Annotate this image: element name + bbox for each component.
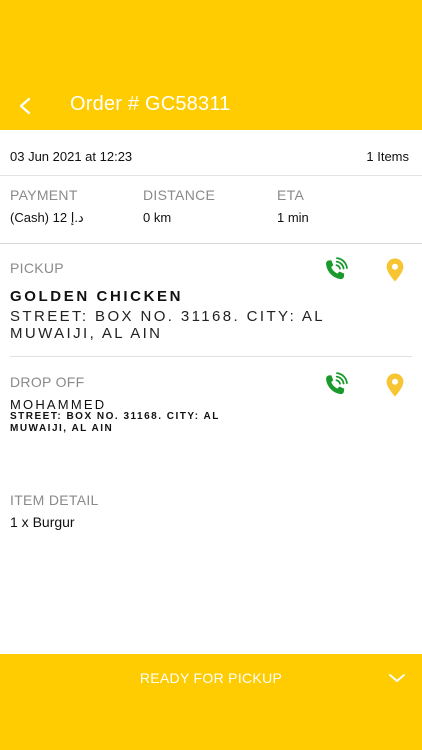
back-button[interactable] <box>14 94 36 118</box>
ready-for-pickup-button[interactable]: READY FOR PICKUP <box>0 654 422 750</box>
phone-call-icon <box>326 372 348 395</box>
payment-stat: PAYMENT (Cash) 12 د.إ <box>10 187 84 226</box>
dropoff-call-button[interactable] <box>321 371 349 399</box>
app-header: Order # GC58311 <box>0 0 422 130</box>
eta-label: ETA <box>277 187 305 203</box>
dropoff-location-button[interactable] <box>381 371 409 399</box>
pickup-location-button[interactable] <box>381 256 409 284</box>
back-arrow-icon <box>19 97 31 115</box>
section-divider <box>10 356 412 357</box>
distance-label: DISTANCE <box>143 187 216 203</box>
payment-value: (Cash) 12 د.إ <box>10 210 84 225</box>
eta-value: 1 min <box>277 210 309 225</box>
pickup-name: GOLDEN CHICKEN <box>10 288 184 305</box>
order-date: 03 Jun 2021 at 12:23 <box>10 149 133 164</box>
page-title: Order # GC58311 <box>70 93 231 115</box>
pickup-label: PICKUP <box>10 260 64 276</box>
list-item: 1 x Burgur <box>10 514 75 530</box>
payment-label: PAYMENT <box>10 187 78 203</box>
phone-call-icon <box>326 257 348 280</box>
chevron-down-icon[interactable] <box>388 672 406 684</box>
dropoff-label: DROP OFF <box>10 374 85 390</box>
dropoff-address: STREET: BOX NO. 31168. CITY: AL MUWAIJI,… <box>10 411 220 434</box>
location-pin-icon <box>386 373 404 397</box>
eta-stat: ETA 1 min <box>277 187 309 225</box>
distance-value: 0 km <box>143 210 172 225</box>
order-meta-row: 03 Jun 2021 at 12:23 1 Items <box>0 130 422 176</box>
pickup-call-button[interactable] <box>321 256 349 284</box>
dropoff-name: MOHAMMED <box>10 397 107 412</box>
order-stats: PAYMENT (Cash) 12 د.إ DISTANCE 0 km ETA … <box>0 176 422 244</box>
ready-for-pickup-label: READY FOR PICKUP <box>139 670 283 686</box>
item-detail-label: ITEM DETAIL <box>10 492 99 508</box>
items-count: 1 Items <box>366 149 409 164</box>
distance-stat: DISTANCE 0 km <box>143 187 215 225</box>
pickup-address: STREET: BOX NO. 31168. CITY: AL MUWAIJI,… <box>10 308 325 342</box>
location-pin-icon <box>386 258 404 282</box>
